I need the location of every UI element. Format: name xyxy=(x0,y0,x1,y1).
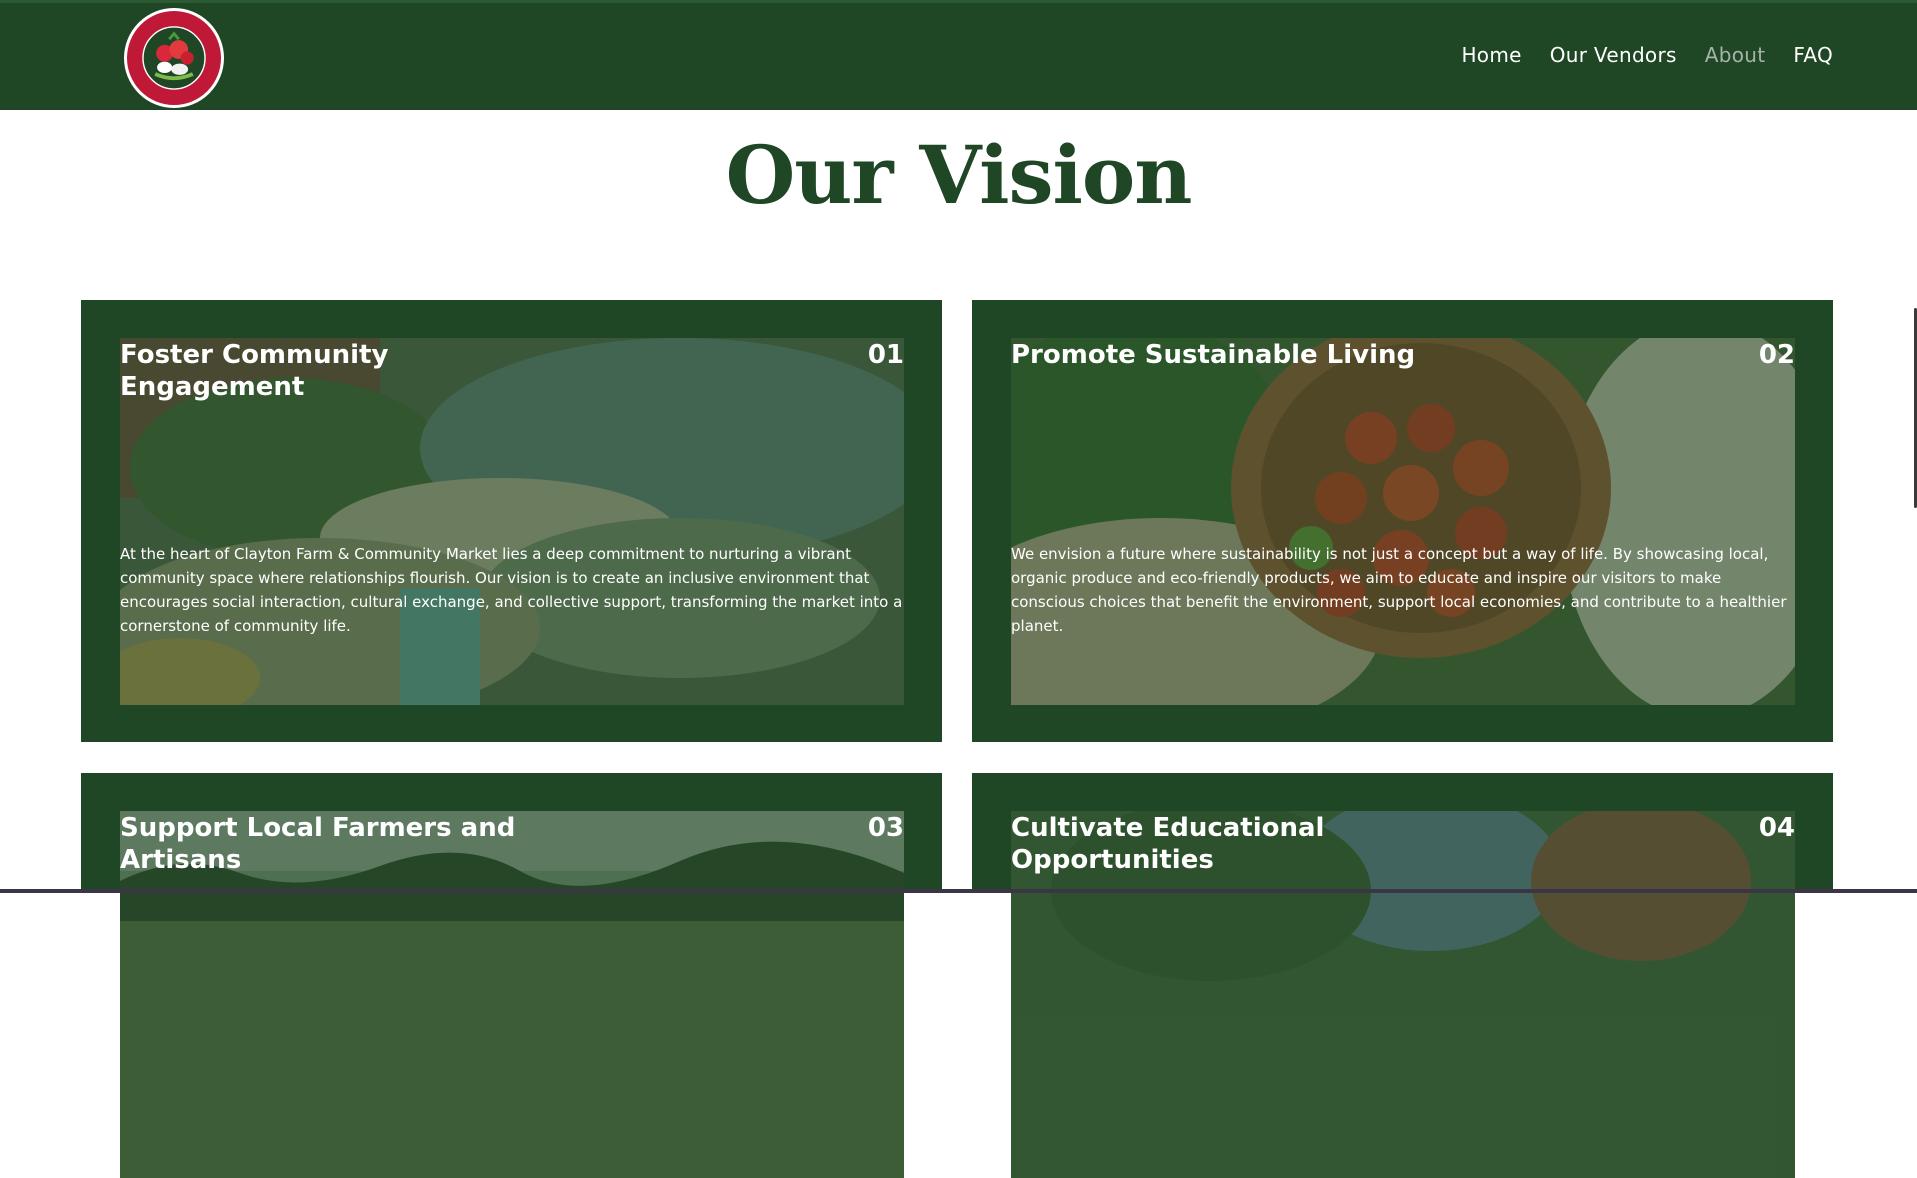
card-description: We envision a future where sustainabilit… xyxy=(1011,545,1787,635)
card-title: Promote Sustainable Living xyxy=(1011,340,1416,370)
card-number: 02 xyxy=(1758,340,1795,370)
vision-card-3: Support Local Farmers and Artisans 03 xyxy=(81,773,942,1178)
vision-card-1: Foster Community Engagement 01 At the he… xyxy=(81,300,942,742)
card-number: 01 xyxy=(867,340,904,370)
card-description: At the heart of Clayton Farm & Community… xyxy=(120,545,903,635)
main-nav: Home Our Vendors About FAQ xyxy=(1461,43,1833,67)
card-title: Support Local Farmers and Artisans xyxy=(120,813,516,875)
nav-about[interactable]: About xyxy=(1705,43,1766,67)
card-number: 03 xyxy=(867,813,904,843)
logo-emblem-icon xyxy=(128,12,220,104)
card-number: 04 xyxy=(1758,813,1795,843)
card-title: Cultivate Educational Opportunities xyxy=(1011,813,1325,875)
taskbar-edge xyxy=(0,889,1917,893)
page-title: Our Vision xyxy=(725,128,1193,222)
card-title: Foster Community Engagement xyxy=(120,340,389,402)
vision-card-4: Cultivate Educational Opportunities 04 xyxy=(972,773,1833,1178)
nav-faq[interactable]: FAQ xyxy=(1793,43,1833,67)
vision-card-2: Promote Sustainable Living 02 We envisio… xyxy=(972,300,1833,742)
market-logo[interactable] xyxy=(124,8,224,108)
nav-our-vendors[interactable]: Our Vendors xyxy=(1550,43,1677,67)
tomato-bowl-photo xyxy=(1011,338,1795,705)
site-header: Home Our Vendors About FAQ xyxy=(0,0,1917,110)
nav-home[interactable]: Home xyxy=(1461,43,1521,67)
